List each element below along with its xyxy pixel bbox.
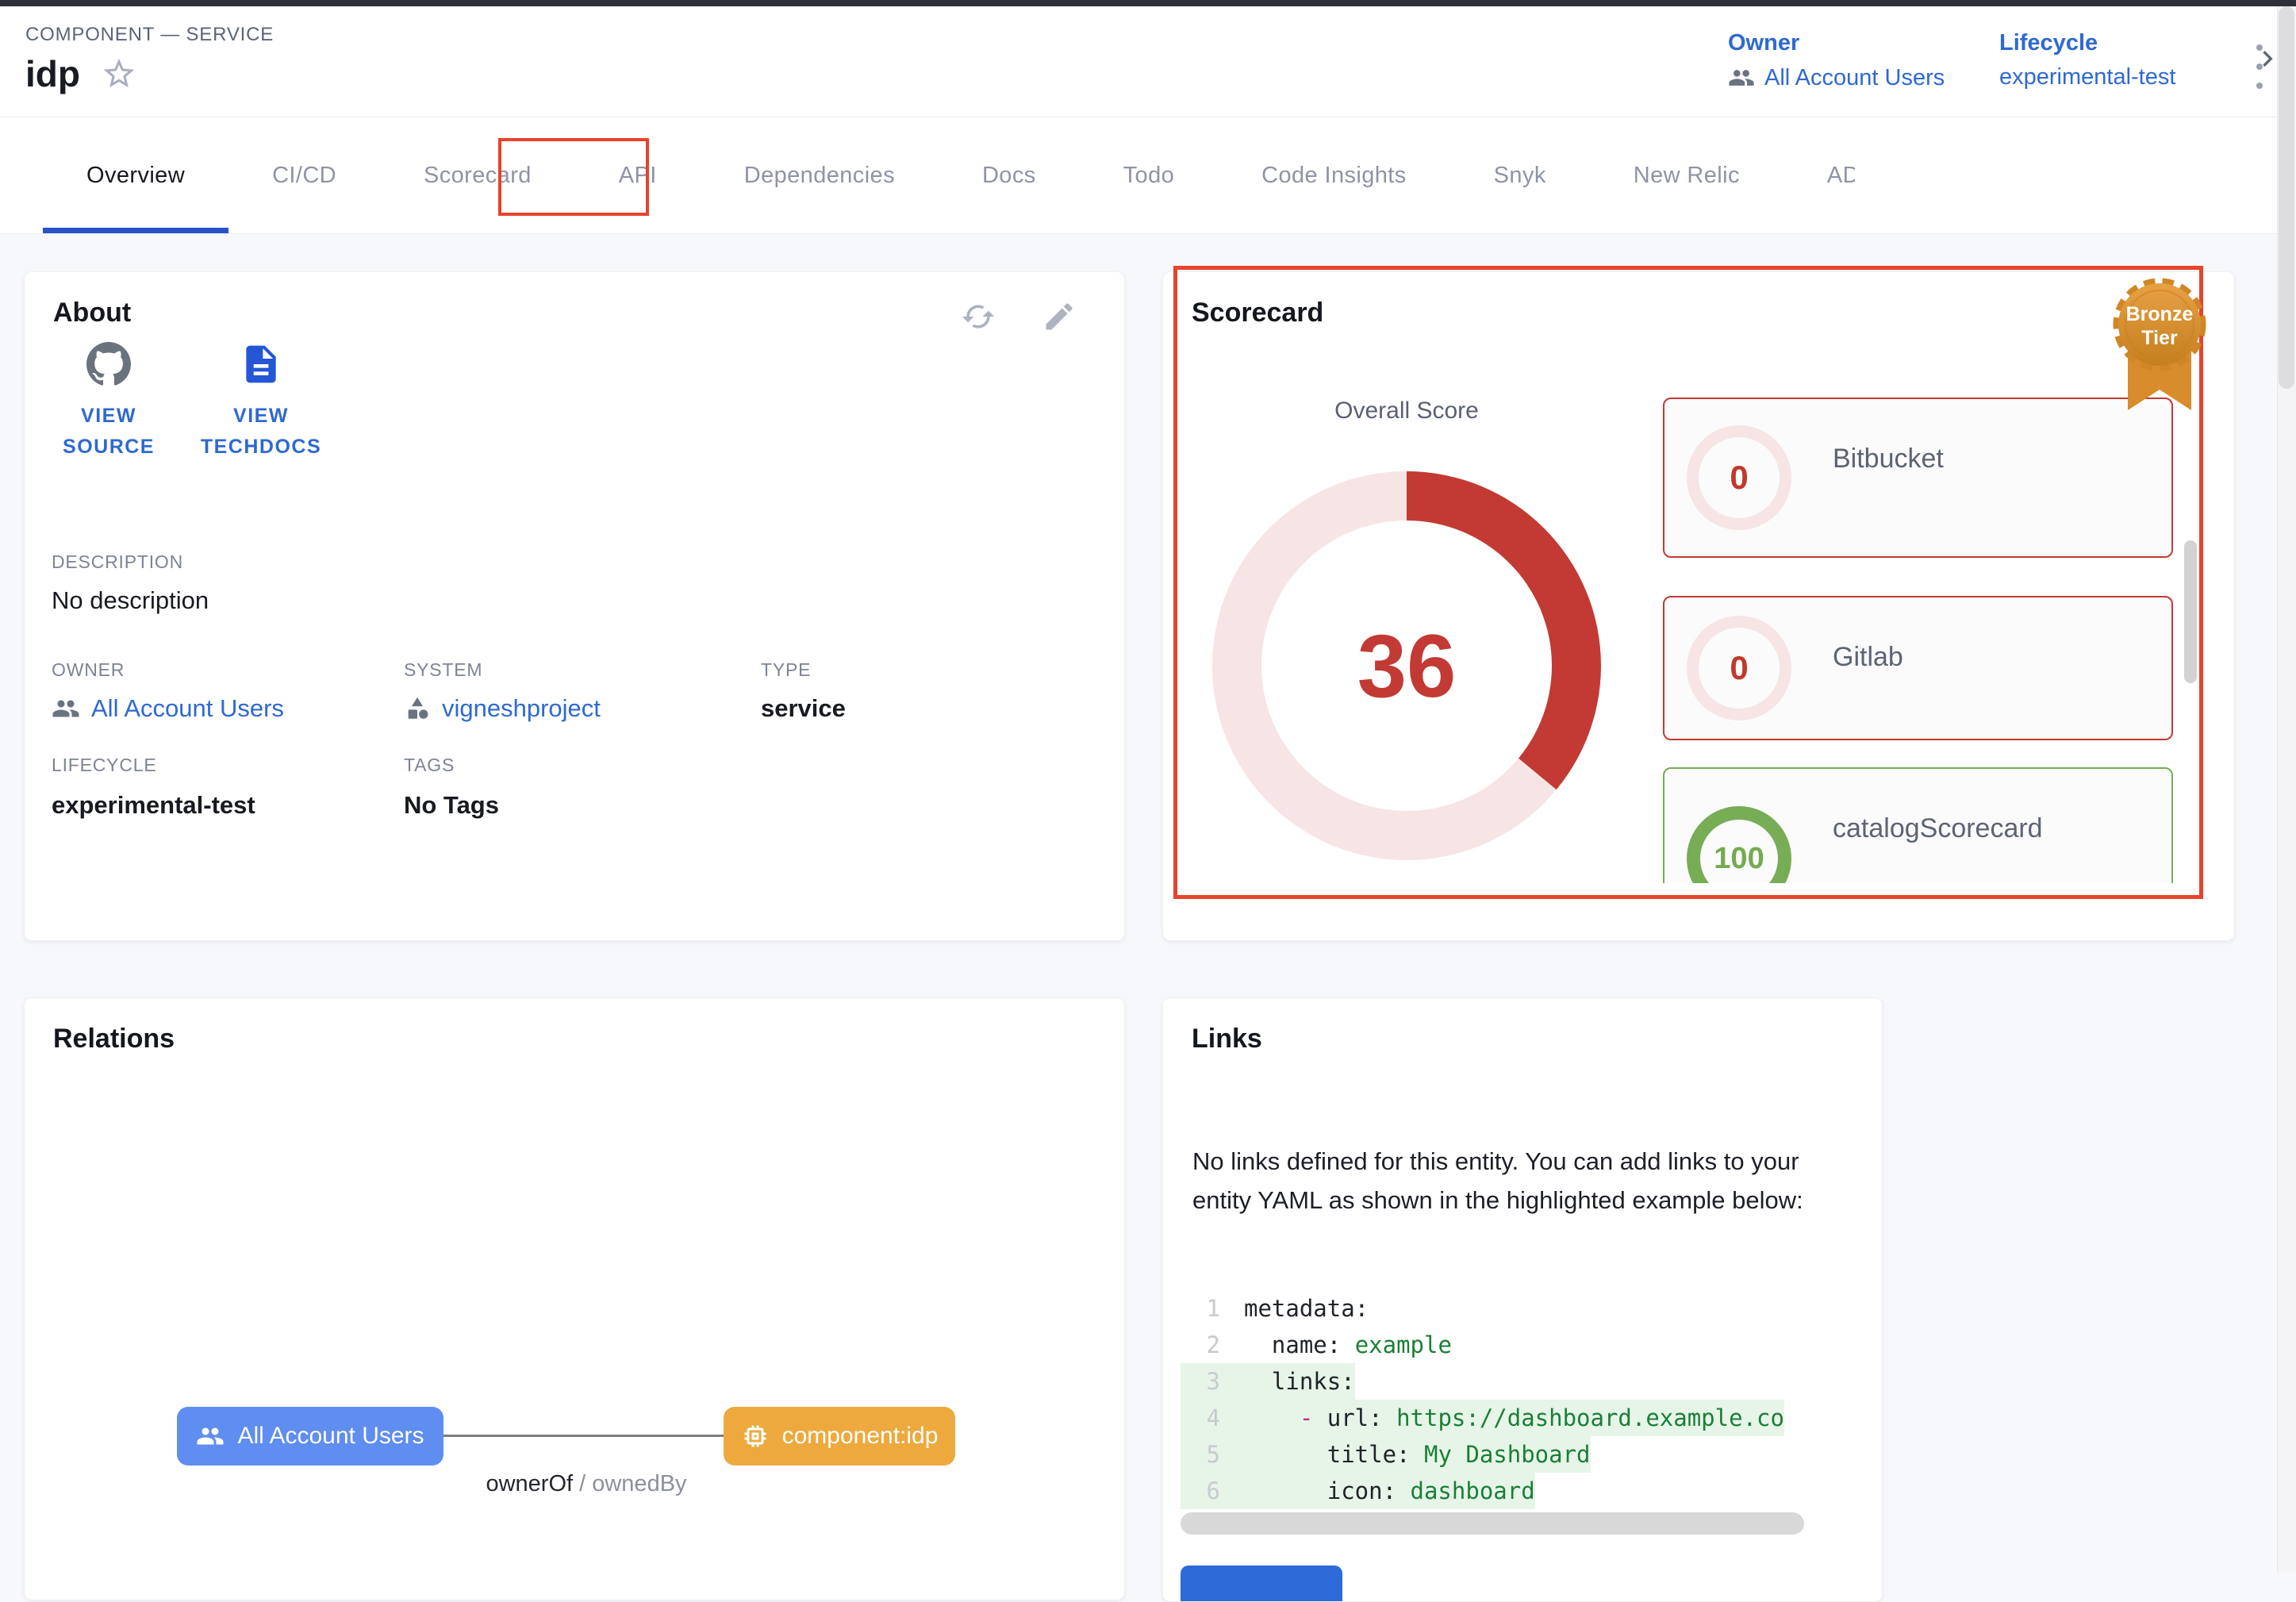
code-line-highlighted: 3 links:	[1181, 1363, 1866, 1400]
type-value: service	[761, 694, 846, 723]
score-item-label: Bitbucket	[1833, 444, 1944, 474]
tab-cicd[interactable]: CI/CD	[228, 117, 380, 233]
code-line-highlighted: 6 icon: dashboard	[1181, 1473, 1866, 1509]
edge-label-forward: ownerOf	[486, 1471, 573, 1496]
tab-dependencies[interactable]: Dependencies	[701, 117, 939, 233]
header-lifecycle-value: experimental-test	[1999, 64, 2175, 90]
scorecard-item-bitbucket[interactable]: 0 Bitbucket	[1663, 398, 2173, 558]
about-card-title: About	[53, 298, 131, 328]
relation-node-owner-label: All Account Users	[237, 1423, 424, 1450]
view-source-link[interactable]: VIEW SOURCE	[56, 342, 161, 463]
tab-scorecard[interactable]: Scorecard	[380, 117, 575, 233]
tags-value: No Tags	[404, 791, 499, 820]
entity-tab-bar: Overview CI/CD Scorecard API Dependencie…	[0, 117, 2296, 234]
chip-icon	[741, 1422, 770, 1450]
view-source-label: VIEW SOURCE	[56, 401, 161, 463]
relation-node-component[interactable]: component:idp	[724, 1407, 955, 1466]
view-techdocs-link[interactable]: VIEW TECHDOCS	[209, 342, 313, 463]
scorecard-item-gitlab[interactable]: 0 Gitlab	[1663, 596, 2173, 740]
overall-score-donut: 36	[1212, 471, 1601, 860]
links-empty-text: No links defined for this entity. You ca…	[1192, 1143, 1851, 1220]
header-owner-link[interactable]: All Account Users	[1728, 64, 1945, 91]
lifecycle-label: LIFECYCLE	[52, 755, 156, 776]
relations-card: Relations All Account Users component:id…	[24, 997, 1125, 1600]
codeblock-horizontal-scrollbar[interactable]	[1181, 1512, 1804, 1535]
tab-docs[interactable]: Docs	[939, 117, 1080, 233]
scorecard-list: 0 Bitbucket 0 Gitlab 100 catalogScorecar…	[1663, 393, 2183, 883]
lifecycle-value: experimental-test	[52, 791, 255, 820]
tab-todo[interactable]: Todo	[1080, 117, 1219, 233]
entity-header: COMPONENT — SERVICE idp Owner All Accoun…	[0, 6, 2296, 117]
techdocs-document-icon	[239, 342, 283, 386]
badge-line1: Bronze	[2126, 303, 2194, 325]
edge-label-reverse: ownedBy	[592, 1471, 686, 1496]
links-bottom-button-clipped[interactable]	[1181, 1566, 1342, 1602]
tab-new-relic[interactable]: New Relic	[1590, 117, 1783, 233]
relation-node-component-label: component:idp	[782, 1423, 939, 1450]
owner-label: OWNER	[52, 659, 125, 681]
people-icon	[52, 694, 80, 723]
page-scrollbar-thumb[interactable]	[2279, 6, 2294, 389]
people-icon	[196, 1422, 225, 1450]
page-title: idp	[25, 52, 80, 95]
header-owner-label: Owner	[1728, 30, 1945, 56]
score-ring: 100	[1687, 806, 1791, 883]
header-owner-group: Owner All Account Users	[1728, 30, 1945, 91]
overall-score-label: Overall Score	[1268, 398, 1545, 425]
score-ring: 0	[1687, 616, 1791, 720]
tab-code-insights[interactable]: Code Insights	[1218, 117, 1450, 233]
score-item-label: catalogScorecard	[1833, 813, 2043, 844]
owner-value: All Account Users	[91, 694, 284, 723]
header-lifecycle-label: Lifecycle	[1999, 30, 2175, 56]
description-label: DESCRIPTION	[52, 551, 183, 573]
system-value: vigneshproject	[442, 694, 601, 723]
edit-pencil-icon[interactable]	[1042, 299, 1077, 334]
score-item-label: Gitlab	[1833, 642, 1903, 673]
yaml-example-codeblock: 1metadata: 2 name: example 3 links: 4 - …	[1181, 1290, 1866, 1509]
favorite-star-icon[interactable]	[101, 56, 137, 92]
overall-score-value: 36	[1357, 615, 1457, 717]
relations-card-title: Relations	[53, 1024, 175, 1055]
refresh-icon[interactable]	[961, 299, 996, 334]
tab-overflow-clipped[interactable]: AD	[1783, 117, 1855, 233]
people-icon	[1728, 64, 1755, 91]
system-shapes-icon	[404, 695, 431, 722]
window-top-strip	[0, 0, 2296, 6]
type-label: TYPE	[761, 659, 811, 681]
view-techdocs-label: VIEW TECHDOCS	[201, 401, 321, 463]
system-label: SYSTEM	[404, 659, 482, 681]
code-line: 2 name: example	[1181, 1327, 1866, 1363]
tab-overview[interactable]: Overview	[43, 117, 228, 233]
breadcrumb: COMPONENT — SERVICE	[25, 24, 274, 46]
code-line: 1metadata:	[1181, 1290, 1866, 1327]
relation-edge-label: ownerOf / ownedBy	[467, 1471, 705, 1497]
tags-label: TAGS	[404, 755, 455, 776]
scorecard-item-catalogscorecard[interactable]: 100 catalogScorecard	[1663, 767, 2173, 883]
relation-edge-line	[443, 1435, 724, 1437]
links-card-title: Links	[1192, 1024, 1262, 1055]
scorecard-card: Scorecard Overall Score 36 0 Bitbucket 0…	[1162, 271, 2235, 941]
code-line-highlighted: 5 title: My Dashboard	[1181, 1436, 1866, 1473]
bronze-tier-badge: Bronze Tier	[2100, 275, 2219, 417]
github-icon	[86, 342, 131, 386]
owner-link[interactable]: All Account Users	[52, 694, 284, 723]
tab-api[interactable]: API	[575, 117, 701, 233]
tab-snyk[interactable]: Snyk	[1450, 117, 1590, 233]
description-value: No description	[52, 586, 209, 615]
score-ring: 0	[1687, 425, 1791, 530]
scorecard-card-title: Scorecard	[1192, 298, 1323, 328]
header-lifecycle-group: Lifecycle experimental-test	[1999, 30, 2175, 90]
code-line-highlighted: 4 - url: https://dashboard.example.co	[1181, 1400, 1866, 1436]
links-card: Links No links defined for this entity. …	[1162, 997, 1883, 1602]
about-card: About VIEW SOURCE VIEW TECHDOCS DESCRIPT…	[24, 271, 1125, 941]
badge-line2: Tier	[2141, 327, 2178, 349]
relation-node-owner[interactable]: All Account Users	[177, 1407, 443, 1466]
scorecard-list-scrollbar[interactable]	[2184, 540, 2197, 683]
system-link[interactable]: vigneshproject	[404, 694, 601, 723]
header-owner-value: All Account Users	[1764, 65, 1945, 91]
